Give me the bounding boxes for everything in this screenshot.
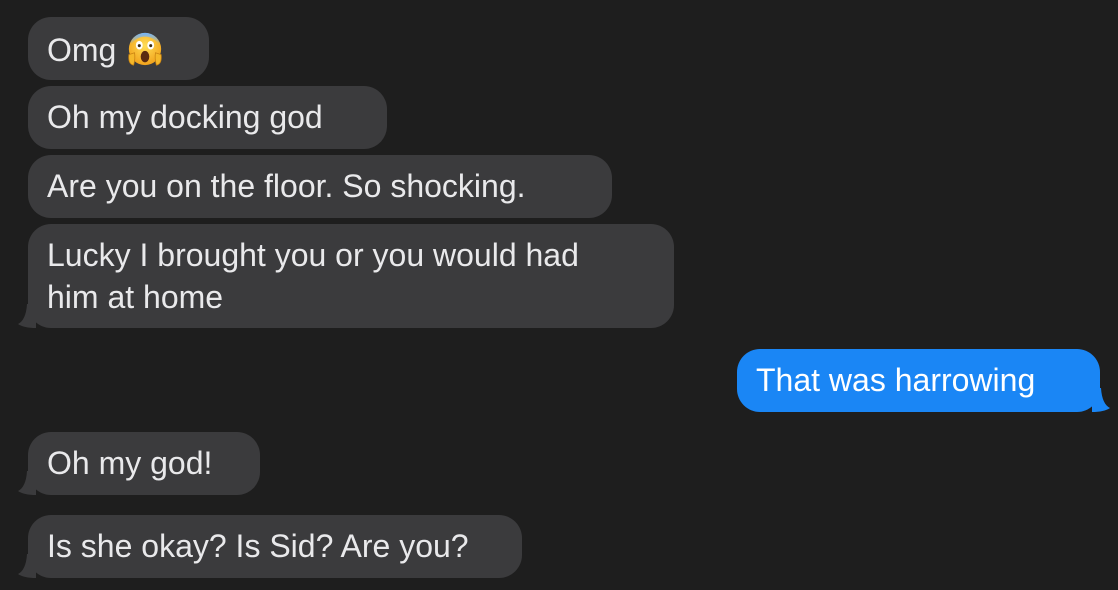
message-text: Omg	[47, 32, 117, 69]
message-text: That was harrowing	[756, 362, 1036, 398]
message-bubble-incoming[interactable]: Oh my god!	[18, 432, 260, 495]
bubble-tail	[18, 304, 36, 328]
message-text: Are you on the floor. So shocking.	[47, 168, 526, 204]
message-bubble-incoming[interactable]: Oh my docking god	[28, 86, 387, 149]
message-bubble-incoming[interactable]: Is she okay? Is Sid? Are you?	[18, 515, 522, 578]
bubble-tail	[18, 554, 36, 578]
message-text: Oh my god!	[47, 445, 213, 481]
message-text: Is she okay? Is Sid? Are you?	[47, 528, 469, 564]
message-bubble-outgoing[interactable]: That was harrowing	[737, 349, 1110, 412]
message-bubble-incoming[interactable]: Lucky I brought you or you would had him…	[18, 224, 674, 328]
bubble-tail	[18, 471, 36, 495]
message-text-line-2: him at home	[47, 279, 224, 315]
screaming-in-fear-emoji-icon	[128, 32, 163, 66]
bubble-tail	[1092, 388, 1110, 412]
message-text-line-1: Lucky I brought you or you would had	[47, 237, 579, 273]
message-bubble-incoming[interactable]: Omg	[28, 17, 209, 80]
message-bubble-incoming[interactable]: Are you on the floor. So shocking.	[28, 155, 612, 218]
message-text: Oh my docking god	[47, 99, 323, 135]
